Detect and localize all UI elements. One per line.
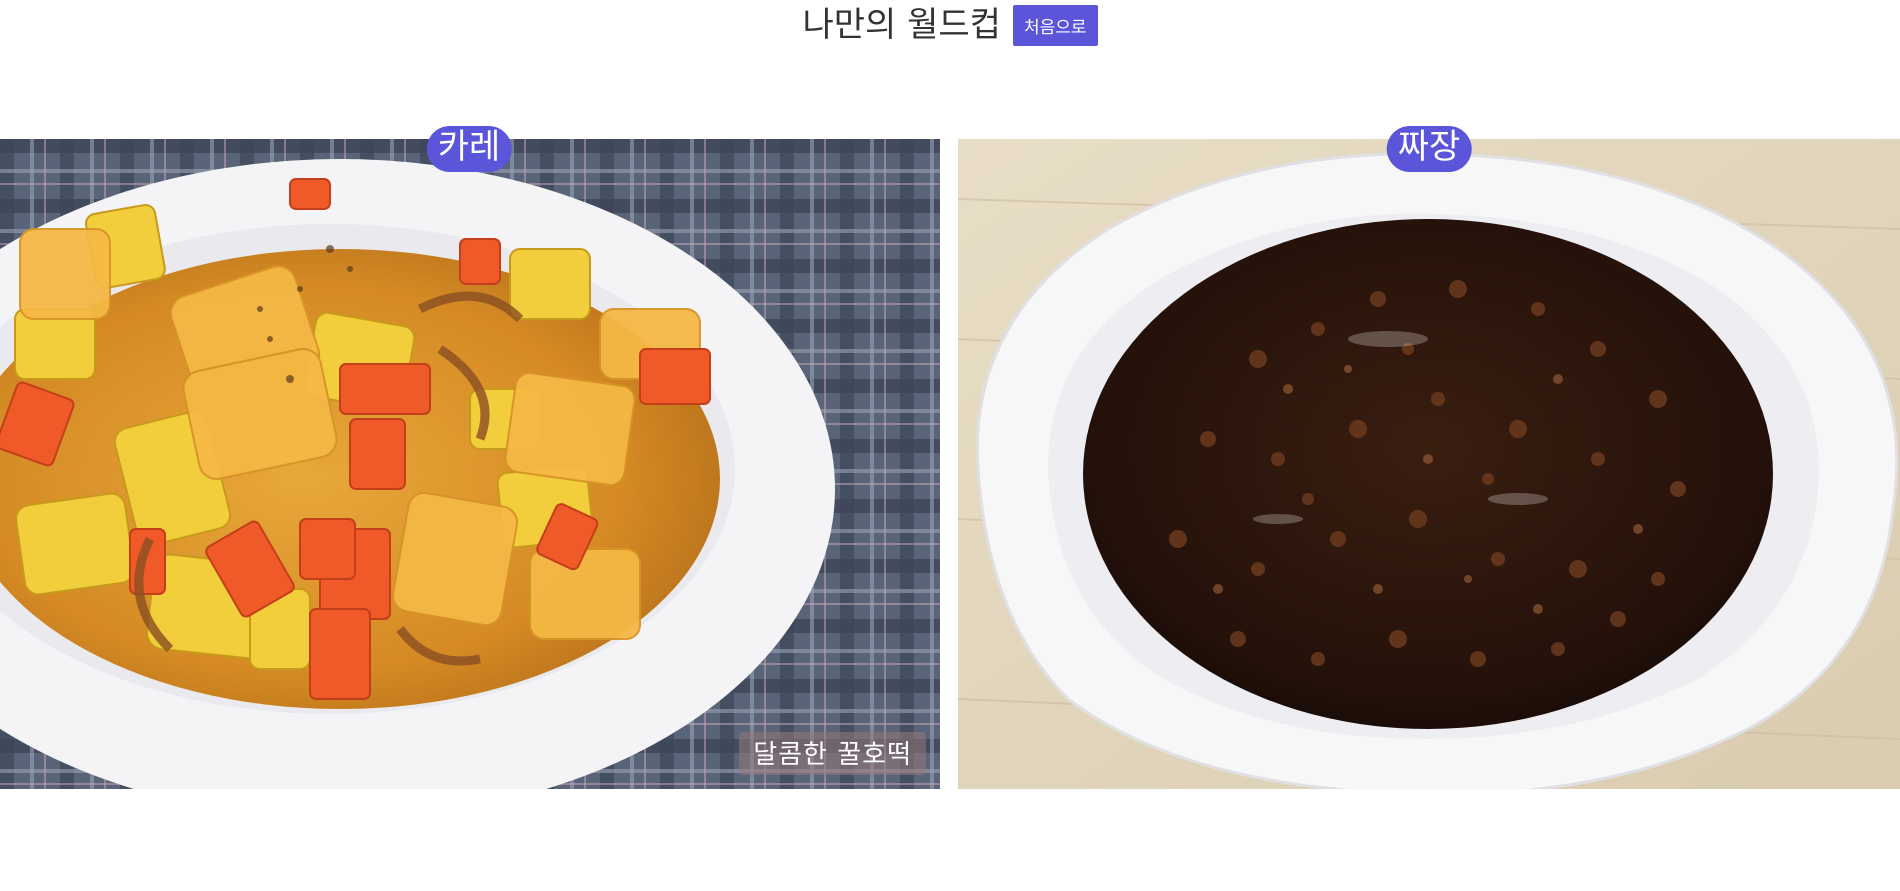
jjajang-image (958, 139, 1900, 789)
candidate-name-left: 카레 (426, 126, 512, 173)
candidate-card-left[interactable]: 달콤한 꿀호떡 (0, 139, 940, 789)
restart-button[interactable]: 처음으로 (1012, 4, 1098, 46)
candidate-name-right: 짜장 (1386, 126, 1472, 173)
image-watermark: 달콤한 꿀호떡 (739, 732, 926, 775)
candidate-card-right[interactable] (958, 139, 1900, 789)
header: 나만의 월드컵 처음으로 (0, 0, 1900, 50)
curry-image (0, 139, 940, 789)
page-title: 나만의 월드컵 (802, 5, 1001, 45)
worldcup-page: 나만의 월드컵 처음으로 달콤한 꿀호떡 카레 짜장 (0, 0, 1900, 891)
